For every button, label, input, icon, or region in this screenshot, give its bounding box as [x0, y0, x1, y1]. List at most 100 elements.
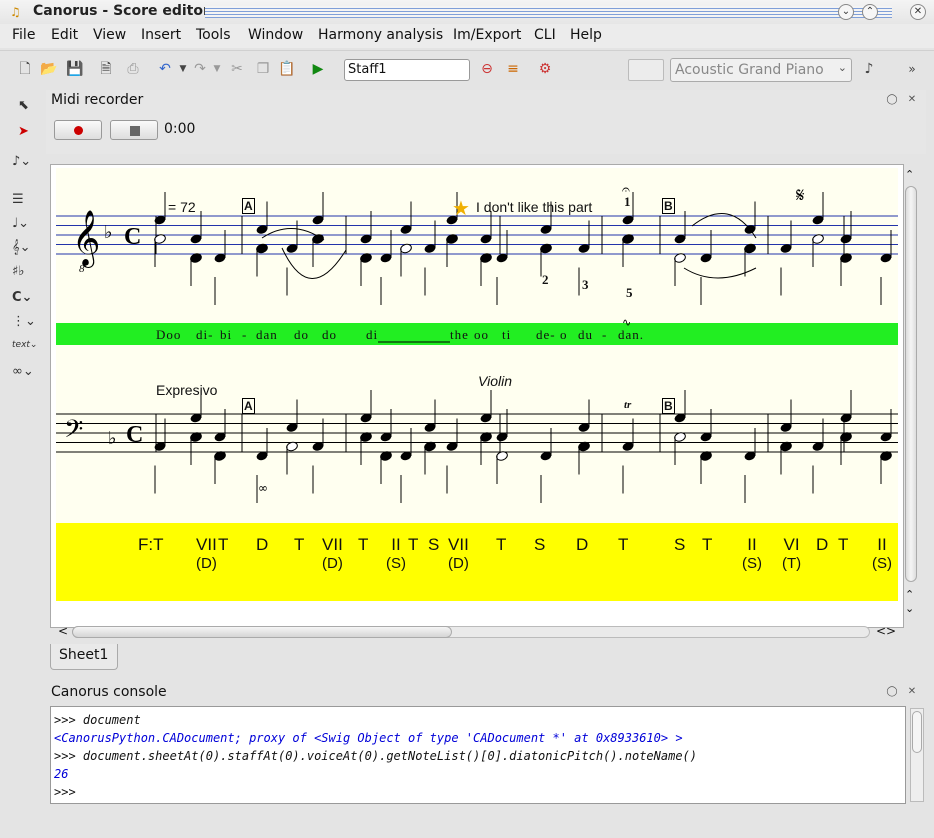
menu-bar: File Edit View Insert Tools Window Harmo…	[0, 24, 934, 48]
staff-name-input[interactable]: Staff1	[344, 59, 470, 81]
print-icon[interactable]: ⎙	[124, 60, 142, 78]
score-view[interactable]: Doo di- bi - dan do do di the oo ti de- …	[56, 168, 898, 601]
fingering-1: 1	[624, 194, 631, 209]
segno: 𝄋	[796, 183, 805, 207]
star-icon: ★	[452, 198, 470, 220]
status-bar	[0, 810, 934, 838]
time-signature-icon[interactable]: C⌄	[12, 290, 46, 312]
instrument-select[interactable]: Acoustic Grand Piano ⌄	[670, 58, 852, 82]
bass-clef: 𝄢	[64, 415, 83, 450]
time-signature: C	[126, 422, 143, 448]
octave-mark: 8	[79, 263, 85, 275]
recording-time: 0:00	[164, 121, 196, 137]
menu-window[interactable]: Window	[248, 27, 303, 43]
dock-close-icon[interactable]: ✕	[906, 94, 918, 106]
canorus-console-panel: Canorus console ◯ ✕ >>> document <Canoru…	[46, 682, 926, 806]
menu-im-export[interactable]: Im/Export	[453, 27, 521, 43]
paste-icon[interactable]: 📋	[278, 60, 296, 78]
scroll-thumb[interactable]	[912, 711, 922, 753]
turn: ∞	[258, 481, 268, 495]
clef-icon[interactable]: 𝄞⌄	[12, 240, 46, 262]
minimize-button[interactable]: ⌄	[838, 4, 854, 20]
main-toolbar: 🗋 📂 💾 🗎 ⎙ ↶ ▼ ↷ ▼ ✂ ❐ 📋 ▶ Staff1 ⊖ ≡ ⚙ A…	[0, 50, 934, 88]
rehearsal-mark-a[interactable]: A	[242, 398, 255, 414]
new-icon[interactable]: 🗋	[16, 60, 34, 78]
cut-icon[interactable]: ✂	[228, 60, 246, 78]
staff-properties-icon[interactable]: ≡	[504, 60, 522, 78]
note-icon[interactable]: ♩⌄	[12, 216, 46, 238]
rehearsal-mark-b[interactable]: B	[662, 198, 675, 214]
key-signature: ♭	[104, 222, 113, 243]
open-icon[interactable]: 📂	[40, 60, 58, 78]
stop-icon	[130, 126, 140, 136]
console-title: Canorus console	[51, 684, 167, 700]
menu-insert[interactable]: Insert	[141, 27, 181, 43]
score-vertical-scrollbar[interactable]: ⌃ ⌃ ⌄	[904, 168, 918, 620]
menu-file[interactable]: File	[12, 27, 35, 43]
redo-dropdown-icon[interactable]: ▼	[208, 60, 226, 78]
menu-view[interactable]: View	[93, 27, 126, 43]
float-icon[interactable]: ◯	[886, 686, 898, 698]
scroll-down-icon[interactable]: ⌄	[905, 602, 914, 615]
scroll-thumb[interactable]	[72, 626, 452, 638]
close-button[interactable]: ✕	[910, 4, 926, 20]
console-line: >>> document	[54, 713, 141, 727]
toolbar-overflow-icon[interactable]: »	[903, 60, 921, 78]
scroll-left-icon[interactable]: <	[58, 624, 68, 638]
staff-icon[interactable]: ☰	[12, 192, 46, 214]
expression-text[interactable]: Expresivo	[156, 382, 217, 398]
tab-sheet1[interactable]: Sheet1	[50, 644, 118, 670]
dock-close-icon[interactable]: ✕	[906, 686, 918, 698]
insert-toolbar: ⬉ ➤ ♪⌄ ☰ ♩⌄ 𝄞⌄ ♯♭ C⌄ ⋮⌄ text⌄ ∞⌄	[8, 94, 44, 394]
window-title: Canorus - Score editor	[33, 3, 210, 19]
record-button[interactable]	[54, 120, 102, 140]
console-input-line[interactable]: >>>	[54, 783, 902, 801]
rehearsal-mark-a[interactable]: A	[242, 198, 255, 214]
scroll-up-icon[interactable]: ⌃	[905, 168, 914, 181]
redo-icon[interactable]: ↷	[191, 60, 209, 78]
export-pdf-icon[interactable]: 🗎	[97, 60, 115, 78]
midi-settings-icon[interactable]: ⚙	[536, 60, 554, 78]
save-icon[interactable]: 💾	[66, 60, 84, 78]
key-signature: ♭	[108, 428, 117, 449]
text-icon[interactable]: text⌄	[12, 340, 46, 362]
play-icon[interactable]: ▶	[309, 60, 327, 78]
menu-edit[interactable]: Edit	[51, 27, 78, 43]
trill-mark: tr	[624, 399, 632, 411]
scroll-thumb[interactable]	[905, 186, 917, 582]
dynamics-icon[interactable]: ∞⌄	[12, 364, 46, 386]
console-line: 26	[54, 767, 69, 781]
console-scrollbar[interactable]	[910, 708, 924, 802]
comment-text[interactable]: I don't like this part	[476, 199, 592, 215]
tempo-mark[interactable]: = 72	[168, 199, 196, 215]
menu-help[interactable]: Help	[570, 27, 602, 43]
rehearsal-mark-b[interactable]: B	[662, 398, 675, 414]
key-signature-icon[interactable]: ♯♭	[12, 264, 46, 286]
chevron-down-icon: ⌄	[837, 61, 847, 74]
console-output[interactable]: >>> document <CanorusPython.CADocument; …	[50, 706, 906, 804]
maximize-button[interactable]: ⌃	[862, 4, 878, 20]
undo-icon[interactable]: ↶	[156, 60, 174, 78]
scroll-left-icon[interactable]: <	[876, 624, 886, 638]
console-line: >>> document.sheetAt(0).staffAt(0).voice…	[54, 749, 697, 763]
score-horizontal-scrollbar[interactable]: < < >	[56, 624, 898, 640]
menu-harmony-analysis[interactable]: Harmony analysis	[318, 27, 443, 43]
undo-dropdown-icon[interactable]: ▼	[174, 60, 192, 78]
copy-icon[interactable]: ❐	[254, 60, 272, 78]
scroll-up-icon[interactable]: ⌃	[905, 588, 914, 601]
barline-icon[interactable]: ⋮⌄	[12, 314, 46, 336]
float-icon[interactable]: ◯	[886, 94, 898, 106]
instrument-properties-icon[interactable]: ♪	[860, 60, 878, 78]
menu-tools[interactable]: Tools	[196, 27, 231, 43]
midi-channel-spinbox[interactable]	[628, 59, 664, 81]
menu-cli[interactable]: CLI	[534, 27, 556, 43]
midi-recorder-title: Midi recorder	[51, 92, 144, 108]
scroll-right-icon[interactable]: >	[886, 624, 896, 638]
fingering-3: 3	[582, 277, 589, 292]
instrument-change-text[interactable]: Violin	[478, 373, 512, 389]
remove-staff-icon[interactable]: ⊖	[478, 60, 496, 78]
mordent: ∿	[622, 316, 631, 329]
title-bar: ♫ Canorus - Score editor ⌄ ⌃ ✕	[0, 0, 934, 24]
context-icon[interactable]: ♪⌄	[12, 154, 46, 176]
stop-button[interactable]	[110, 120, 158, 140]
